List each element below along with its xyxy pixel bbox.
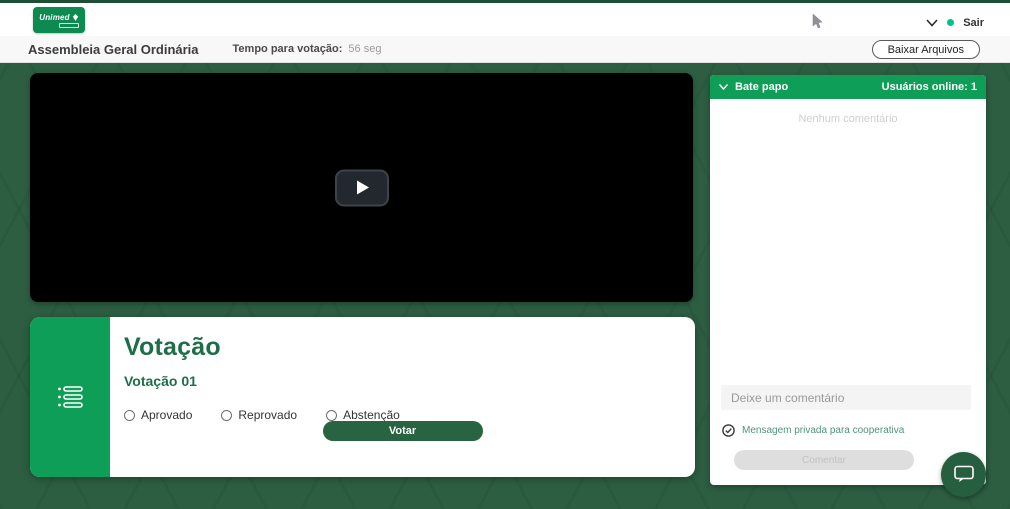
voting-card: Votação Votação 01 Aprovado Reprovado Ab… (30, 317, 695, 477)
online-status-dot (947, 19, 954, 26)
checked-circle-icon[interactable] (722, 424, 735, 437)
ballot-list-icon (57, 385, 84, 409)
radio-option-label: Reprovado (238, 408, 297, 422)
play-button[interactable] (335, 169, 389, 206)
radio-option-reprovado[interactable]: Reprovado (221, 408, 297, 422)
video-player[interactable] (30, 73, 693, 302)
chat-title: Bate papo (735, 81, 788, 93)
chat-icon (953, 465, 975, 484)
logo-brand-text: Unimed (39, 13, 70, 22)
radio-option-label: Abstenção (343, 408, 400, 422)
subheader: Assembleia Geral Ordinária Tempo para vo… (0, 36, 1010, 63)
timer-value: 56 seg (348, 43, 381, 55)
topbar-right: Sair (926, 6, 984, 39)
topbar: Unimed Sair (0, 3, 1010, 36)
unimed-trevo-icon (72, 14, 79, 21)
radio-icon (326, 410, 337, 421)
chevron-down-icon[interactable] (926, 19, 938, 27)
voting-subtitle: Votação 01 (124, 373, 675, 389)
online-users-count: Usuários online: 1 (882, 81, 977, 93)
radio-option-label: Aprovado (141, 408, 192, 422)
voting-options: Aprovado Reprovado Abstenção (124, 408, 675, 422)
voting-card-content: Votação Votação 01 Aprovado Reprovado Ab… (110, 317, 695, 477)
unimed-logo: Unimed (33, 7, 85, 33)
logo-sub-box (59, 23, 79, 28)
logout-link[interactable]: Sair (963, 17, 984, 29)
play-icon (357, 181, 369, 195)
radio-option-abstencao[interactable]: Abstenção (326, 408, 400, 422)
voting-title: Votação (124, 333, 675, 362)
page-title: Assembleia Geral Ordinária (28, 42, 199, 57)
chat-empty-message: Nenhum comentário (710, 113, 986, 125)
radio-option-aprovado[interactable]: Aprovado (124, 408, 192, 422)
comment-submit-button[interactable]: Comentar (734, 450, 914, 470)
private-message-row: Mensagem privada para cooperativa (722, 424, 904, 437)
voting-timer: Tempo para votação: 56 seg (233, 43, 382, 55)
radio-icon (221, 410, 232, 421)
chat-header: Bate papo Usuários online: 1 (710, 75, 986, 99)
voting-card-strip (30, 317, 110, 477)
vote-button[interactable]: Votar (323, 421, 483, 441)
mouse-cursor (812, 14, 823, 29)
chat-panel: Bate papo Usuários online: 1 Nenhum come… (710, 75, 986, 485)
timer-label: Tempo para votação: (233, 43, 343, 55)
private-message-label: Mensagem privada para cooperativa (742, 425, 904, 436)
collapse-chevron-icon[interactable] (719, 84, 728, 90)
download-files-button[interactable]: Baixar Arquivos (872, 40, 980, 59)
comment-input[interactable] (721, 385, 971, 410)
radio-icon (124, 410, 135, 421)
chat-fab-button[interactable] (941, 452, 986, 497)
